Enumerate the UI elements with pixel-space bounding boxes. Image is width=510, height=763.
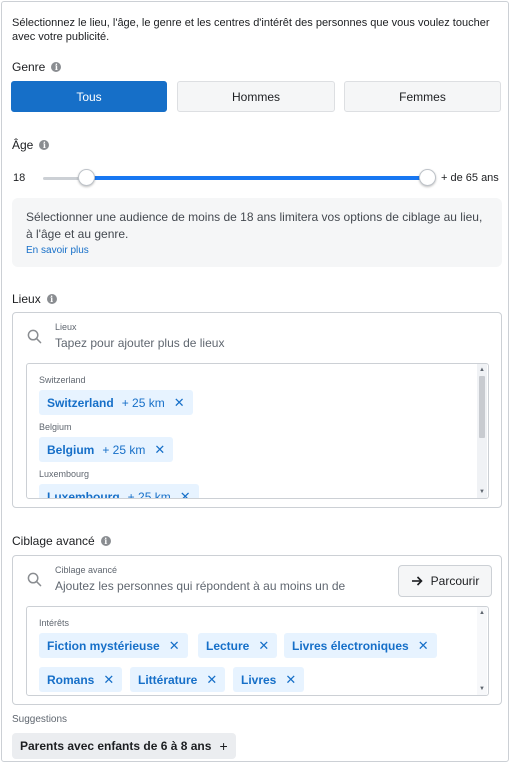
location-name[interactable]: Luxembourg (47, 490, 120, 499)
age-min-value: 18 (13, 172, 26, 184)
learn-more-link[interactable]: En savoir plus (26, 244, 488, 257)
location-group-label: Switzerland (39, 375, 86, 385)
advanced-field-label: Ciblage avancé (55, 565, 118, 575)
browse-label: Parcourir (430, 574, 480, 588)
remove-icon[interactable]: ✕ (258, 639, 269, 652)
gender-all-button[interactable]: Tous (11, 81, 167, 112)
arrow-right-icon (411, 576, 423, 586)
interests-scrollbar[interactable]: ▲ ▼ (477, 607, 487, 695)
location-group-label: Belgium (39, 422, 72, 432)
location-radius[interactable]: + 25 km (128, 490, 171, 499)
locations-section-label: Lieux i (12, 292, 57, 306)
remove-icon[interactable]: ✕ (206, 673, 217, 686)
scroll-up-icon[interactable]: ▲ (478, 609, 486, 617)
interest-chip: Livres ✕ (233, 667, 305, 692)
suggestion-text: Parents avec enfants de 6 à 8 ans (20, 739, 212, 753)
age-slider-min-handle[interactable] (78, 169, 95, 186)
age-notice: Sélectionner une audience de moins de 18… (12, 198, 502, 267)
locations-field-label: Lieux (55, 322, 77, 332)
gender-men-button[interactable]: Hommes (177, 81, 335, 112)
location-radius[interactable]: + 25 km (102, 443, 145, 457)
interest-name[interactable]: Fiction mystérieuse (47, 639, 160, 653)
interest-chip: Romans ✕ (39, 667, 123, 692)
locations-list: Switzerland Switzerland + 25 km ✕ Belgiu… (26, 363, 489, 499)
remove-icon[interactable]: ✕ (174, 396, 185, 409)
interest-name[interactable]: Romans (47, 673, 94, 687)
age-section-label: Âge i (12, 138, 50, 152)
advanced-input[interactable]: Ajoutez les personnes qui répondent à au… (55, 579, 381, 593)
scroll-up-icon[interactable]: ▲ (478, 366, 486, 374)
location-chip: Switzerland + 25 km ✕ (39, 390, 193, 415)
suggestions-label: Suggestions (12, 714, 68, 725)
scroll-down-icon[interactable]: ▼ (478, 685, 486, 693)
interest-chip: Littérature ✕ (130, 667, 226, 692)
age-label: Âge (12, 138, 34, 152)
location-group-label: Luxembourg (39, 469, 90, 479)
interest-chip: Livres électroniques ✕ (284, 633, 437, 658)
interest-name[interactable]: Livres électroniques (292, 639, 409, 653)
location-chip: Belgium + 25 km ✕ (39, 437, 174, 462)
age-slider-max-handle[interactable] (419, 169, 436, 186)
plus-icon: + (219, 738, 228, 754)
location-chip: Luxembourg + 25 km ✕ (39, 484, 199, 499)
remove-icon[interactable]: ✕ (154, 443, 165, 456)
gender-label: Genre (12, 60, 46, 74)
locations-search[interactable]: Lieux Tapez pour ajouter plus de lieux (13, 313, 501, 363)
interest-chip: Lecture ✕ (198, 633, 278, 658)
info-icon[interactable]: i (100, 536, 111, 546)
remove-icon[interactable]: ✕ (180, 490, 191, 498)
interests-list: Intérêts Fiction mystérieuse ✕ Lecture ✕ L… (26, 606, 489, 696)
locations-label: Lieux (12, 292, 41, 306)
audience-panel: Sélectionnez le lieu, l'âge, le genre et… (1, 1, 509, 762)
browse-button[interactable]: Parcourir (398, 565, 492, 597)
interests-label: Intérêts (39, 618, 70, 628)
remove-icon[interactable]: ✕ (285, 673, 296, 686)
age-notice-text: Sélectionner une audience de moins de 18… (26, 210, 483, 241)
remove-icon[interactable]: ✕ (169, 639, 180, 652)
age-max-value: + de 65 ans (441, 172, 499, 184)
search-icon (27, 329, 42, 344)
gender-all-label: Tous (76, 89, 102, 104)
interest-name[interactable]: Littérature (138, 673, 197, 687)
advanced-label: Ciblage avancé (12, 534, 95, 548)
locations-scrollbar[interactable]: ▲ ▼ (477, 364, 487, 498)
locations-input[interactable]: Tapez pour ajouter plus de lieux (55, 336, 385, 350)
intro-text: Sélectionnez le lieu, l'âge, le genre et… (12, 17, 490, 43)
interest-name[interactable]: Livres (241, 673, 276, 687)
advanced-section-label: Ciblage avancé i (12, 534, 111, 548)
gender-women-label: Femmes (399, 89, 446, 104)
gender-women-button[interactable]: Femmes (344, 81, 501, 112)
remove-icon[interactable]: ✕ (103, 673, 114, 686)
gender-men-label: Hommes (231, 89, 280, 104)
gender-section-label: Genre i (12, 60, 62, 74)
search-icon (27, 572, 42, 587)
info-icon[interactable]: i (46, 294, 57, 304)
locations-box: Lieux Tapez pour ajouter plus de lieux S… (12, 312, 502, 508)
age-slider-range (88, 176, 429, 180)
interest-name[interactable]: Lecture (206, 639, 249, 653)
location-name[interactable]: Belgium (47, 443, 94, 457)
info-icon[interactable]: i (51, 62, 62, 72)
remove-icon[interactable]: ✕ (418, 639, 429, 652)
location-radius[interactable]: + 25 km (122, 396, 165, 410)
suggestion-chip[interactable]: Parents avec enfants de 6 à 8 ans + (12, 733, 236, 759)
interest-chip: Fiction mystérieuse ✕ (39, 633, 188, 658)
scroll-thumb[interactable] (479, 376, 485, 438)
location-name[interactable]: Switzerland (47, 396, 114, 410)
info-icon[interactable]: i (39, 140, 50, 150)
scroll-down-icon[interactable]: ▼ (478, 488, 486, 496)
advanced-box: Ciblage avancé Ajoutez les personnes qui… (12, 555, 502, 705)
